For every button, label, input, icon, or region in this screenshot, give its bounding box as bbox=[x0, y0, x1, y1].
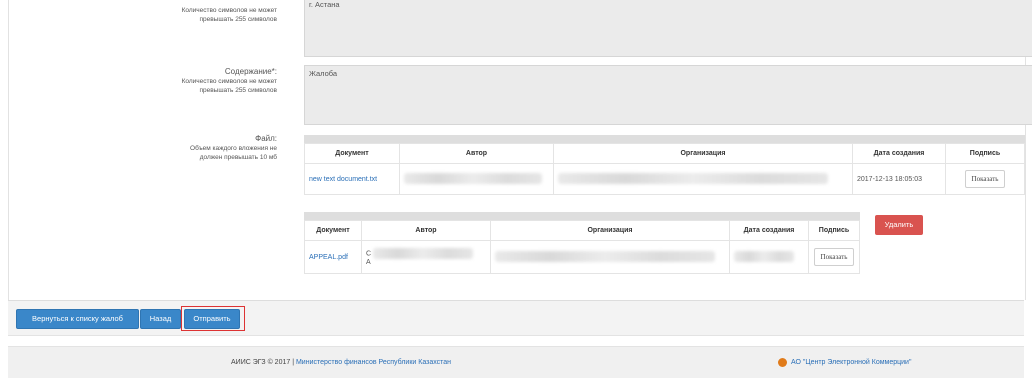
author-cell bbox=[399, 163, 554, 195]
table-row: new text document.txt 2017-12-13 18:05:0… bbox=[304, 163, 1025, 195]
file-hint: Объем каждого вложения не должен превыша… bbox=[190, 144, 277, 161]
footer-copyright: АИИС ЭГЗ © 2017 | bbox=[231, 359, 295, 366]
company-logo-icon bbox=[778, 358, 787, 367]
back-button[interactable]: Назад bbox=[140, 309, 181, 329]
table-row: APPEAL.pdf С А Показать bbox=[304, 240, 860, 274]
company-link-block[interactable]: АО "Центр Электронной Коммерции" bbox=[778, 358, 911, 367]
content-label: Содержание*: bbox=[224, 67, 277, 76]
redacted-organization bbox=[495, 250, 715, 262]
content-hint: Количество символов не может превышать 2… bbox=[181, 77, 277, 94]
table1-header-bar bbox=[304, 135, 1025, 143]
date-cell: 2017-12-13 18:05:03 bbox=[852, 163, 946, 195]
company-link[interactable]: АО "Центр Электронной Коммерции" bbox=[791, 359, 911, 366]
author-cell: С А bbox=[361, 240, 491, 274]
redacted-organization bbox=[558, 172, 828, 184]
file-field-label: Файл: Объем каждого вложения не должен п… bbox=[167, 134, 277, 162]
topic-textarea[interactable]: г. Астана bbox=[304, 0, 1032, 57]
topic-value: г. Астана bbox=[309, 0, 340, 9]
back-to-list-button[interactable]: Вернуться к списку жалоб bbox=[16, 309, 139, 329]
author-fragment-2: А bbox=[366, 259, 371, 266]
col-date: Дата создания bbox=[852, 143, 946, 164]
col-document: Документ bbox=[304, 220, 362, 241]
document-link[interactable]: new text document.txt bbox=[304, 163, 400, 195]
col-date: Дата создания bbox=[729, 220, 809, 241]
col-author: Автор bbox=[399, 143, 554, 164]
col-author: Автор bbox=[361, 220, 491, 241]
author-fragment: С bbox=[366, 250, 372, 258]
complaint-form-panel: Количество символов не может превышать 2… bbox=[8, 0, 1032, 300]
footer: АИИС ЭГЗ © 2017 | Министерство финансов … bbox=[8, 346, 1024, 378]
ministry-link[interactable]: Министерство финансов Республики Казахст… bbox=[296, 359, 451, 366]
content-field-label: Содержание*: Количество символов не може… bbox=[162, 67, 277, 95]
document-link[interactable]: APPEAL.pdf bbox=[304, 240, 362, 274]
file-label: Файл: bbox=[255, 134, 277, 143]
date-cell bbox=[729, 240, 809, 274]
organization-cell bbox=[553, 163, 853, 195]
col-document: Документ bbox=[304, 143, 400, 164]
signature-cell: Показать bbox=[808, 240, 860, 274]
col-organization: Организация bbox=[553, 143, 853, 164]
footer-copyright-block: АИИС ЭГЗ © 2017 | Министерство финансов … bbox=[231, 359, 451, 366]
submit-highlight-frame bbox=[181, 306, 245, 331]
content-textarea[interactable]: Жалоба bbox=[304, 65, 1032, 125]
col-signature: Подпись bbox=[808, 220, 860, 241]
content-value: Жалоба bbox=[309, 69, 338, 78]
page: Количество символов не может превышать 2… bbox=[0, 0, 1032, 378]
show-signature-button[interactable]: Показать bbox=[813, 248, 855, 266]
existing-files-table: Документ Автор Организация Дата создания… bbox=[304, 143, 1025, 195]
delete-file-button[interactable]: Удалить bbox=[875, 215, 923, 235]
table2-header-bar bbox=[304, 212, 860, 220]
form-action-bar: Вернуться к списку жалоб Назад Отправить bbox=[8, 300, 1024, 336]
topic-field-label: Количество символов не может превышать 2… bbox=[162, 7, 277, 25]
topic-hint: Количество символов не может превышать 2… bbox=[181, 7, 277, 23]
redacted-author bbox=[373, 248, 474, 259]
col-organization: Организация bbox=[490, 220, 730, 241]
col-signature: Подпись bbox=[945, 143, 1025, 164]
redacted-author bbox=[404, 172, 542, 184]
signature-cell: Показать bbox=[945, 163, 1025, 195]
redacted-date bbox=[734, 250, 794, 262]
show-signature-button[interactable]: Показать bbox=[964, 170, 1006, 188]
uploaded-files-table: Документ Автор Организация Дата создания… bbox=[304, 220, 860, 274]
organization-cell bbox=[490, 240, 730, 274]
